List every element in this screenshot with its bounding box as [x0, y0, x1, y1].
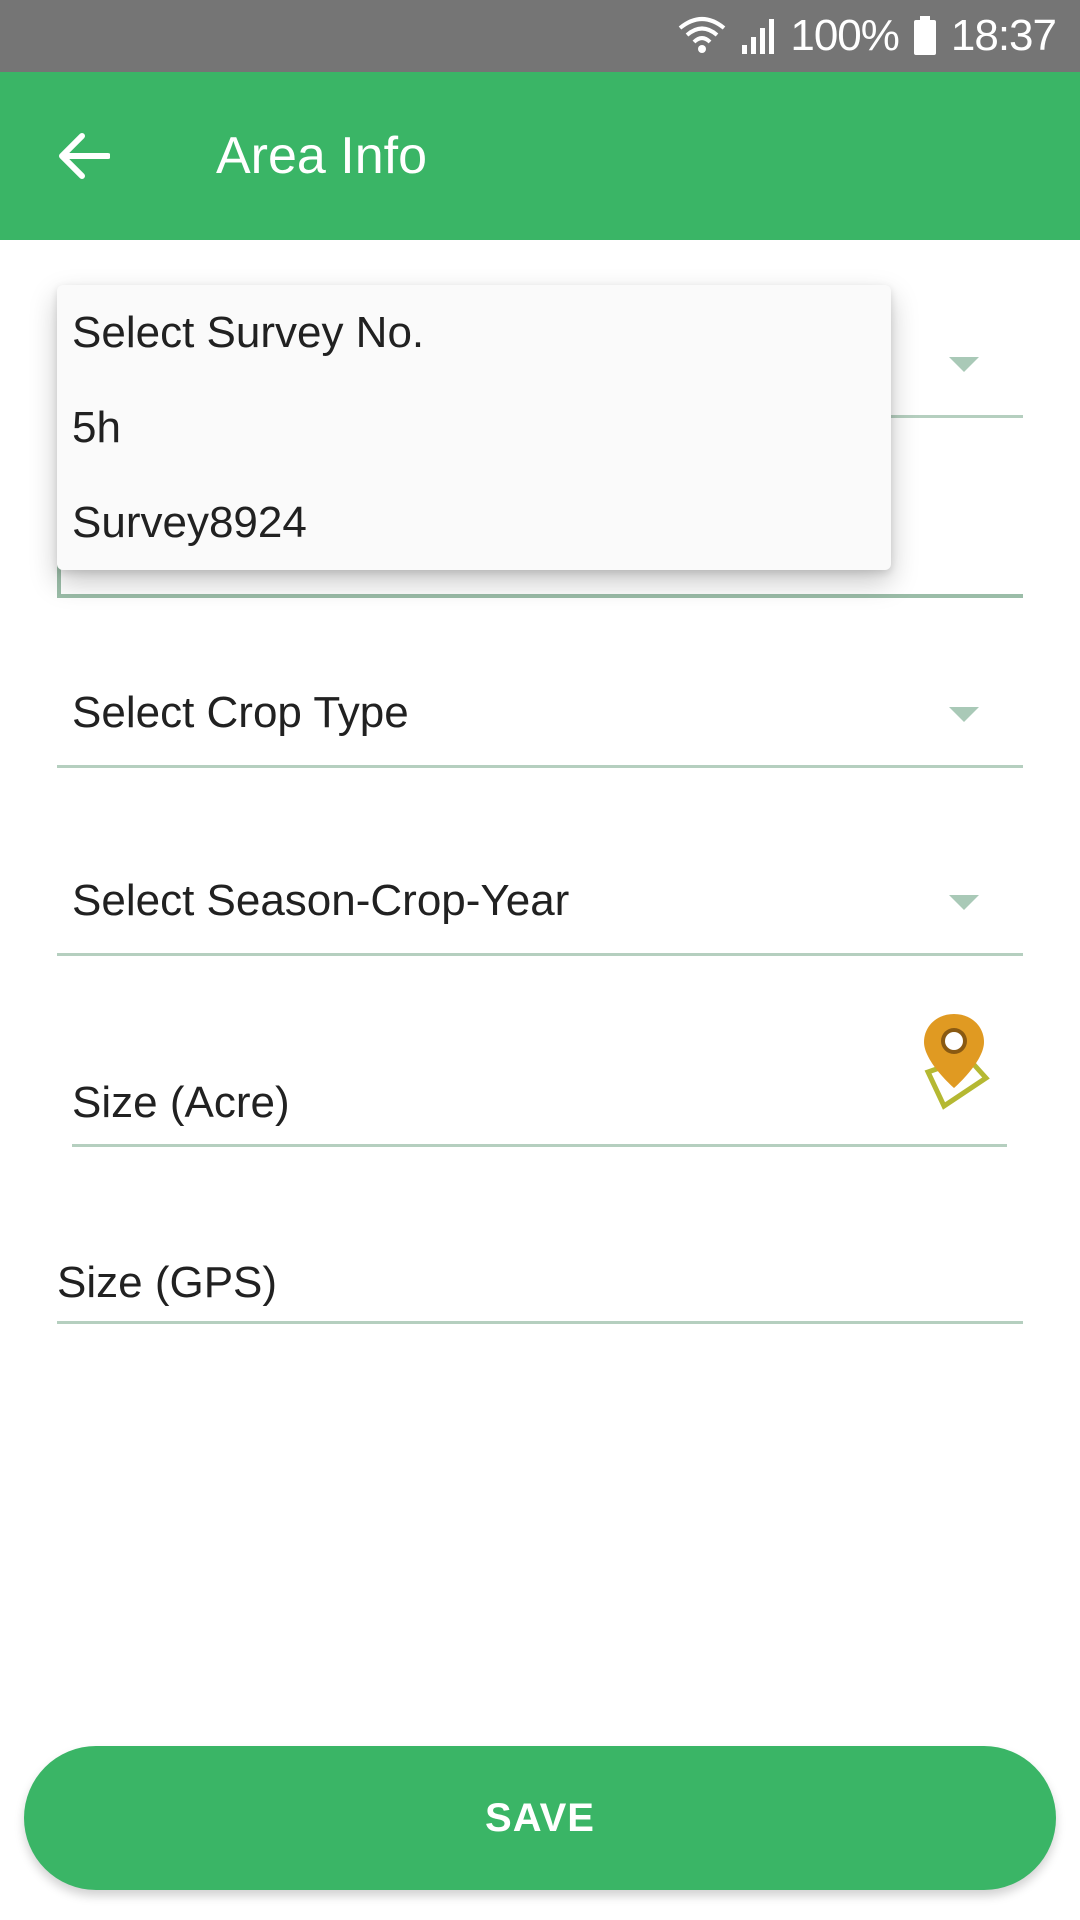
size-acre-input[interactable]: Size (Acre): [72, 1000, 1007, 1147]
crop-type-value: Select Crop Type: [72, 688, 409, 737]
arrow-back-icon: [59, 133, 110, 179]
back-button[interactable]: [44, 116, 124, 196]
status-bar: 100% 18:37: [0, 0, 1080, 72]
page-title: Area Info: [216, 127, 428, 185]
size-gps-input[interactable]: Size (GPS): [57, 1240, 1023, 1324]
crop-type-select[interactable]: Select Crop Type: [57, 640, 1023, 768]
dropdown-caret-icon: [949, 707, 979, 722]
dropdown-option[interactable]: Survey8924: [57, 475, 891, 570]
battery-icon: [913, 16, 937, 56]
survey-number-dropdown: Select Survey No. 5h Survey8924: [57, 285, 891, 570]
clock: 18:37: [950, 11, 1057, 60]
size-gps-placeholder: Size (GPS): [57, 1258, 278, 1307]
battery-percent: 100%: [790, 11, 900, 60]
dropdown-caret-icon: [949, 357, 979, 372]
save-button[interactable]: SAVE: [24, 1746, 1056, 1890]
signal-icon: [740, 17, 776, 55]
dropdown-caret-icon: [949, 895, 979, 910]
season-crop-year-value: Select Season-Crop-Year: [72, 876, 570, 925]
size-acre-placeholder: Size (Acre): [72, 1078, 290, 1127]
map-pin-icon[interactable]: [918, 1010, 998, 1120]
season-crop-year-select[interactable]: Select Season-Crop-Year: [57, 828, 1023, 956]
app-bar: Area Info: [0, 72, 1080, 240]
dropdown-option[interactable]: 5h: [57, 380, 891, 475]
wifi-icon: [678, 16, 726, 56]
dropdown-option[interactable]: Select Survey No.: [57, 285, 891, 380]
